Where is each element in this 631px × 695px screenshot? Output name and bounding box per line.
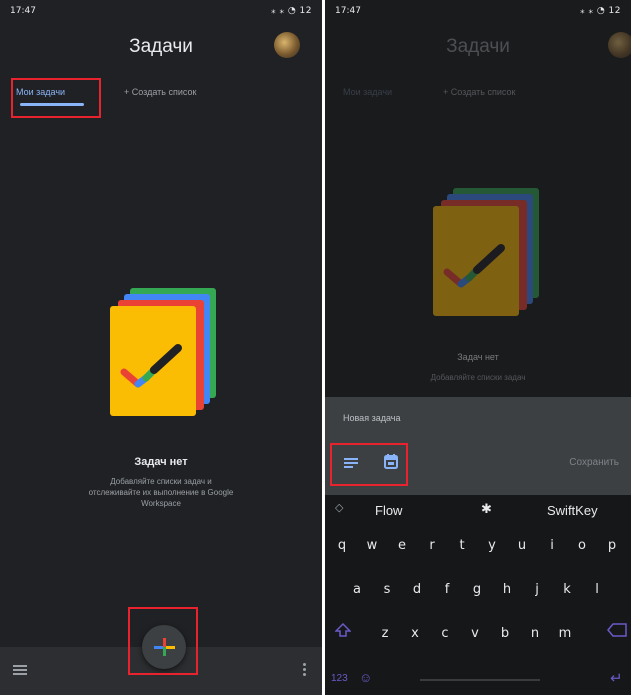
key[interactable]: n [523,626,547,641]
right-screen: 17:47 ⁎ ⁎ ◔ 12 Задачи Мои задачи + Созда… [325,0,631,695]
key[interactable]: l [585,582,609,597]
tab-create-list: + Создать список [443,87,516,97]
key[interactable]: j [525,582,549,597]
status-time: 17:47 [10,6,36,16]
enter-icon[interactable]: ↵ [610,669,623,687]
backspace-icon[interactable] [607,623,627,637]
key[interactable]: m [553,626,577,641]
emoji-icon[interactable]: ☺ [359,670,372,685]
keyboard: ◇ Flow ✱ SwiftKey q w e r t y u i o p a … [325,495,631,695]
key[interactable]: f [435,582,459,597]
bing-icon[interactable]: ✱ [481,501,492,517]
highlight-box [330,443,408,486]
suggestion-item[interactable]: Flow [375,503,402,518]
suggestion-item[interactable]: SwiftKey [547,503,598,518]
empty-state-description: Добавляйте списки задач и отслеживайте и… [88,477,234,508]
key[interactable]: u [510,538,534,553]
status-icons: ⁎ ⁎ ◔ 12 [271,6,312,16]
key[interactable]: c [433,626,457,641]
tabs: Мои задачи + Создать список [325,82,631,108]
key[interactable]: k [555,582,579,597]
suggestion-bar: ◇ Flow ✱ SwiftKey [325,495,631,525]
empty-state-title: Задач нет [457,352,499,362]
key[interactable]: r [420,538,444,553]
tab-my-tasks: Мои задачи [343,87,393,97]
key[interactable]: b [493,626,517,641]
key[interactable]: y [480,538,504,553]
key[interactable]: h [495,582,519,597]
shift-icon[interactable] [335,623,351,637]
space-key[interactable] [420,679,540,681]
key[interactable]: p [600,538,624,553]
menu-icon[interactable] [13,665,27,676]
avatar[interactable] [274,32,300,58]
key[interactable]: v [463,626,487,641]
key[interactable]: o [570,538,594,553]
empty-state-illustration [429,185,549,316]
key[interactable]: w [360,538,384,553]
more-vert-icon[interactable] [303,663,306,678]
key[interactable]: s [375,582,399,597]
app-title: Задачи [446,36,510,57]
key[interactable]: t [450,538,474,553]
status-bar: 17:47 ⁎ ⁎ ◔ 12 [325,0,631,22]
status-icons: ⁎ ⁎ ◔ 12 [580,6,621,16]
key[interactable]: g [465,582,489,597]
key[interactable]: i [540,538,564,553]
key[interactable]: d [405,582,429,597]
empty-state-description: Добавляйте списки задач [430,373,526,382]
expand-icon[interactable]: ◇ [335,501,343,514]
highlight-box [11,78,101,118]
new-task-input[interactable]: Новая задача [343,413,400,423]
save-button[interactable]: Сохранить [569,457,619,468]
tab-create-list[interactable]: + Создать список [124,87,196,97]
numbers-key[interactable]: 123 [331,673,348,684]
checkmark-icon [443,244,505,288]
highlight-box [128,607,198,675]
avatar [608,32,631,58]
status-bar: 17:47 ⁎ ⁎ ◔ 12 [0,0,322,22]
empty-state-title: Задач нет [134,456,188,468]
left-screen: 17:47 ⁎ ⁎ ◔ 12 Задачи Мои задачи + Созда… [0,0,322,695]
status-time: 17:47 [335,6,361,16]
key[interactable]: q [330,538,354,553]
checkmark-icon [120,344,182,388]
key[interactable]: z [373,626,397,641]
key[interactable]: a [345,582,369,597]
key[interactable]: e [390,538,414,553]
key[interactable]: x [403,626,427,641]
empty-state-illustration [106,285,226,416]
